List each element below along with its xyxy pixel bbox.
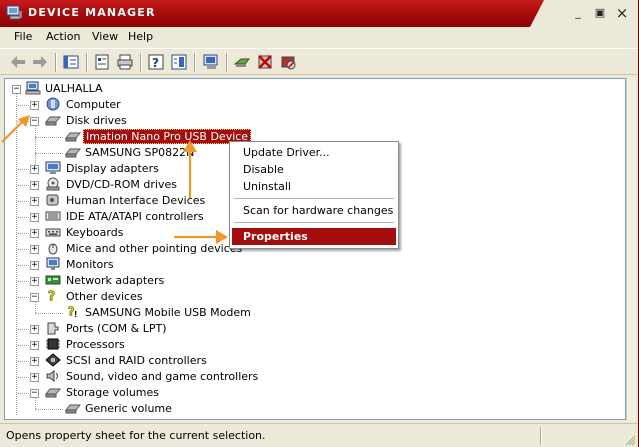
port-icon — [47, 322, 59, 335]
tree-item-scsi[interactable]: + SCSI and RAID controllers — [5, 353, 305, 369]
view-icon[interactable] — [170, 53, 188, 71]
monitor-icon — [46, 97, 60, 111]
disk-drive-icon — [65, 404, 81, 414]
menu-view[interactable]: View — [92, 30, 118, 43]
root-collapse-toggle[interactable]: − — [12, 85, 21, 94]
menu-separator — [234, 222, 394, 223]
menu-help[interactable]: Help — [128, 30, 153, 43]
device-manager-icon — [6, 5, 22, 20]
keyboard-icon — [45, 228, 61, 237]
mouse-icon — [48, 243, 58, 255]
ide-controller-icon — [45, 211, 61, 221]
annotation-arrow-properties — [174, 230, 228, 244]
status-bar: Opens property sheet for the current sel… — [0, 423, 638, 447]
status-text: Opens property sheet for the current sel… — [6, 429, 266, 442]
tree-item-generic-volume[interactable]: Generic volume — [5, 401, 305, 417]
maximize-button[interactable]: ▣ — [591, 4, 609, 22]
menu-properties[interactable]: Properties — [232, 228, 396, 245]
disk-drive-icon — [45, 388, 61, 398]
cd-drive-icon — [46, 177, 60, 191]
context-menu: Update Driver... Disable Uninstall Scan … — [229, 141, 399, 249]
minimize-button[interactable]: _ — [569, 4, 587, 22]
menu-file[interactable]: File — [14, 30, 32, 43]
expand-toggle[interactable]: + — [30, 245, 39, 254]
title-bar[interactable]: Device Manager _ ▣ × — [0, 0, 638, 27]
selected-device-label: Imation Nano Pro USB Device — [83, 129, 252, 144]
tree-item-storage-volumes[interactable]: − Storage volumes — [5, 385, 305, 401]
monitor-icon — [46, 257, 60, 270]
tree-item-samsung-modem[interactable]: ? ! SAMSUNG Mobile USB Modem — [5, 304, 305, 321]
window-title: Device Manager — [28, 6, 156, 19]
print-icon[interactable] — [116, 53, 134, 71]
warning-device-icon: ? ! — [67, 304, 78, 318]
expand-toggle[interactable]: + — [30, 261, 39, 270]
forward-icon[interactable] — [31, 53, 49, 71]
unknown-device-icon: ? — [47, 289, 56, 302]
up-icon[interactable] — [62, 53, 80, 71]
computer-icon — [25, 81, 41, 95]
tree-item-ports[interactable]: + Ports (COM & LPT) — [5, 321, 305, 337]
vertical-scrollbar[interactable] — [626, 78, 636, 420]
expand-toggle[interactable]: + — [30, 325, 39, 334]
disk-drive-icon — [65, 132, 81, 142]
speaker-icon — [46, 370, 58, 382]
close-button[interactable]: × — [613, 4, 631, 22]
menu-scan-hardware[interactable]: Scan for hardware changes — [232, 202, 396, 219]
disk-drive-icon — [45, 116, 61, 126]
annotation-arrow-disk-drives — [1, 115, 30, 143]
expand-toggle[interactable]: + — [30, 165, 39, 174]
expand-toggle[interactable]: + — [30, 357, 39, 366]
device-manager-window: Device Manager _ ▣ × File Action View He… — [0, 0, 639, 447]
tree-item-other-devices[interactable]: − ? Other devices — [5, 289, 305, 305]
back-icon[interactable] — [9, 53, 27, 71]
expand-toggle[interactable]: + — [30, 101, 39, 110]
tree-item-processors[interactable]: + Processors — [5, 337, 305, 353]
svg-text:?: ? — [152, 56, 159, 70]
display-adapter-icon — [45, 161, 61, 174]
update-driver-icon[interactable] — [233, 53, 251, 71]
menu-separator — [234, 198, 394, 199]
tree-item-disk-drives[interactable]: − Disk drives — [5, 113, 305, 129]
tree-item-monitors[interactable]: + Monitors — [5, 257, 305, 273]
device-tree[interactable]: − UALHALLA + Computer − Disk drives Imat… — [4, 78, 626, 420]
tree-item-sound[interactable]: + Sound, video and game controllers — [5, 369, 305, 385]
menu-action[interactable]: Action — [46, 30, 80, 43]
tree-root[interactable]: − UALHALLA — [5, 81, 305, 97]
uninstall-icon[interactable] — [256, 53, 274, 71]
expand-toggle[interactable]: + — [30, 373, 39, 382]
scan-icon[interactable] — [202, 53, 220, 71]
help-icon[interactable]: ? — [147, 53, 165, 71]
expand-toggle[interactable]: + — [30, 229, 39, 238]
menu-update-driver[interactable]: Update Driver... — [232, 144, 396, 161]
menu-disable[interactable]: Disable — [232, 161, 396, 178]
processor-icon — [46, 338, 60, 350]
expand-toggle[interactable]: + — [30, 341, 39, 350]
expand-toggle[interactable]: + — [30, 213, 39, 222]
tree-item-network-adapters[interactable]: + Network adapters — [5, 273, 305, 289]
svg-text:!: ! — [74, 310, 78, 318]
svg-text:?: ? — [48, 289, 56, 302]
properties-icon[interactable] — [93, 53, 111, 71]
disk-drive-icon — [65, 148, 81, 158]
expand-toggle[interactable]: + — [30, 197, 39, 206]
disable-icon[interactable] — [279, 53, 297, 71]
toolbar: ? — [0, 48, 638, 75]
resize-grip-icon[interactable] — [624, 434, 636, 446]
menu-bar: File Action View Help — [0, 27, 638, 47]
expand-toggle[interactable]: + — [30, 277, 39, 286]
tree-item-computer[interactable]: + Computer — [5, 97, 305, 113]
hid-icon — [46, 194, 59, 206]
annotation-arrow-selected-device — [183, 140, 197, 198]
menu-uninstall[interactable]: Uninstall — [232, 178, 396, 195]
network-adapter-icon — [45, 275, 61, 285]
expand-toggle[interactable]: + — [30, 181, 39, 190]
root-label: UALHALLA — [45, 82, 103, 95]
scsi-controller-icon — [45, 353, 61, 367]
